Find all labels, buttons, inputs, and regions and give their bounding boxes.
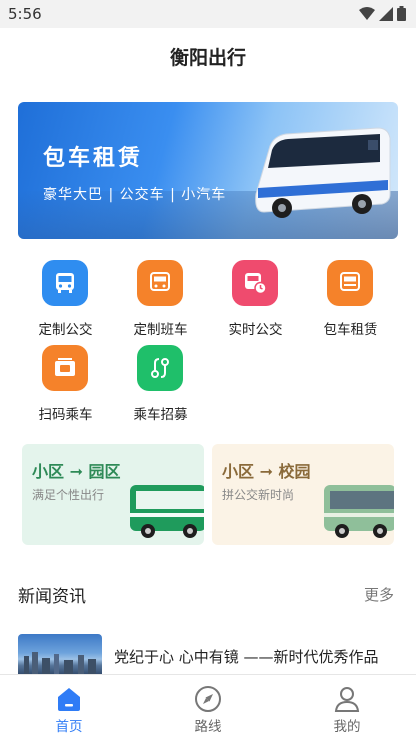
news-section-title: 新闻资讯	[18, 587, 86, 607]
charter-bus-icon	[327, 260, 373, 306]
coach-bus-illustration	[255, 127, 391, 218]
promo-subtitle: 拼公交新时尚	[222, 488, 295, 502]
news-thumbnail	[18, 634, 102, 676]
realtime-bus-icon	[232, 260, 278, 306]
navigation-icon	[195, 686, 221, 712]
promo-title: 小区 ➞ 校园	[222, 462, 311, 481]
tab-profile[interactable]: 我的	[278, 675, 416, 741]
bottom-tab-bar: 首页 路线 我的	[0, 674, 416, 741]
service-realtime-bus[interactable]: 实时公交	[208, 256, 303, 338]
service-label: 乘车招募	[133, 407, 188, 423]
status-bar: 5:56	[0, 0, 416, 28]
status-icons	[359, 6, 406, 21]
service-charter[interactable]: 包车租赁	[303, 256, 398, 338]
service-scan-ride[interactable]: 扫码乘车	[18, 341, 113, 423]
service-custom-shuttle[interactable]: 定制班车	[113, 256, 208, 338]
tab-home[interactable]: 首页	[0, 675, 138, 741]
charter-banner[interactable]: 包车租赁 豪华大巴 | 公交车 | 小汽车	[18, 102, 398, 239]
profile-icon	[334, 687, 360, 712]
home-icon	[58, 688, 80, 711]
service-ride-recruit[interactable]: 乘车招募	[113, 341, 208, 423]
green-bus-illustration	[130, 485, 204, 538]
status-time: 5:56	[8, 5, 42, 23]
battery-icon	[397, 6, 406, 21]
bus-icon	[42, 260, 88, 306]
school-bus-illustration	[324, 485, 394, 538]
service-custom-bus[interactable]: 定制公交	[18, 256, 113, 338]
news-item-title: 党纪于心 心中有镜 ——新时代优秀作品	[114, 648, 379, 666]
tab-label: 首页	[55, 719, 83, 735]
school-bus-icon	[137, 260, 183, 306]
service-label: 实时公交	[228, 322, 283, 338]
promo-title: 小区 ➞ 园区	[32, 462, 121, 481]
wifi-icon	[359, 6, 375, 20]
news-section-header: 新闻资讯 更多	[18, 582, 394, 607]
tab-label: 路线	[194, 719, 222, 735]
page-title: 衡阳出行	[169, 47, 246, 69]
city-skyline-image	[24, 652, 96, 676]
service-label: 定制班车	[133, 322, 188, 338]
tab-routes[interactable]: 路线	[139, 675, 277, 741]
signal-icon	[379, 6, 393, 21]
news-more-link[interactable]: 更多	[364, 584, 394, 605]
banner-subtitle: 豪华大巴 | 公交车 | 小汽车	[43, 187, 227, 203]
app-header: 衡阳出行	[0, 28, 416, 84]
promo-subtitle: 满足个性出行	[32, 488, 105, 502]
news-list-item[interactable]: 党纪于心 心中有镜 ——新时代优秀作品	[18, 634, 398, 676]
scan-card-icon	[42, 345, 88, 391]
banner-title: 包车租赁	[43, 146, 144, 171]
promo-card-community-park[interactable]: 小区 ➞ 园区 满足个性出行	[22, 444, 204, 545]
service-label: 包车租赁	[323, 322, 378, 338]
service-label: 扫码乘车	[38, 407, 93, 423]
service-label: 定制公交	[38, 322, 93, 338]
route-recruit-icon	[137, 345, 183, 391]
promo-card-community-campus[interactable]: 小区 ➞ 校园 拼公交新时尚	[212, 444, 394, 545]
tab-label: 我的	[333, 719, 361, 735]
